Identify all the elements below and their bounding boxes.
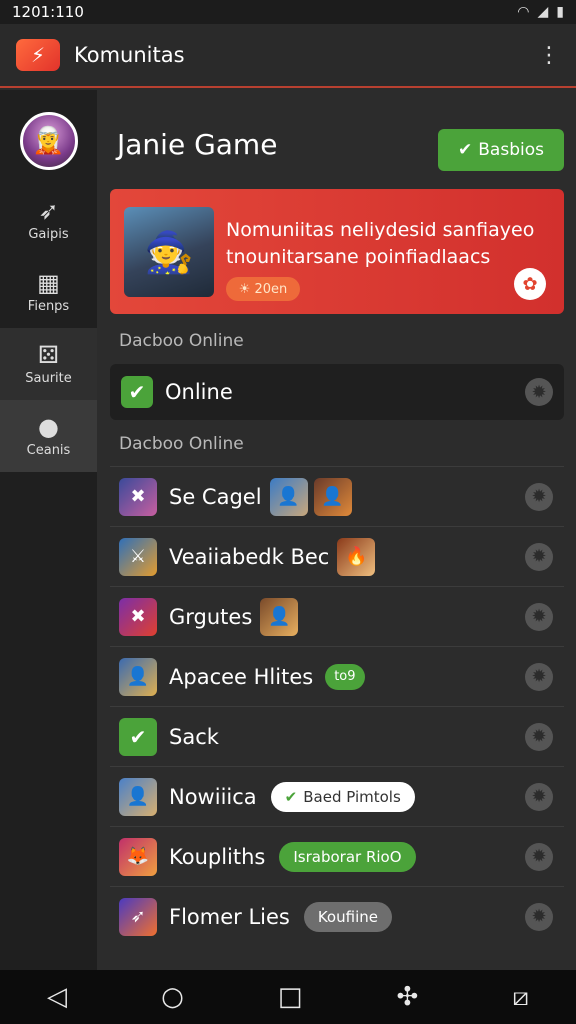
list-item[interactable]: ✔ Sack ✹ [110, 706, 564, 766]
list-item[interactable]: ✖ Grgutes 👤 ✹ [110, 586, 564, 646]
recents-icon[interactable]: □ [278, 982, 303, 1012]
sidebar-item-gaipis[interactable]: ➶ Gaipis [0, 184, 97, 256]
list-item-label: Nowiiica [169, 784, 257, 809]
list-item-label: Grgutes [169, 604, 253, 629]
status-bar: 1201:110 ◠ ◢ ▮ [0, 0, 576, 24]
app-bar: ⚡ Komunitas ⋮ [0, 24, 576, 88]
game-thumbnail: ✖ [119, 477, 157, 516]
gear-icon[interactable]: ✹ [525, 482, 553, 511]
list-item-label: Flomer Lies [169, 904, 290, 929]
gear-icon[interactable]: ✹ [525, 662, 553, 691]
list-item-label: Veaiiabedk Bec [169, 544, 330, 569]
banner-badge-label: 20en [254, 281, 288, 297]
list-item[interactable]: ⚔ Veaiiabedk Bec 🔥 ✹ [110, 526, 564, 586]
list-item[interactable]: 🦊 Koupliths Israborar RioO ✹ [110, 826, 564, 886]
list-item[interactable]: ➶ Flomer Lies Koufiine ✹ [110, 886, 564, 946]
sidebar: 🧝 ➶ Gaipis ▦ Fienps ⚄ Saurite ● Ceanis [0, 90, 97, 970]
gear-icon[interactable]: ✹ [525, 602, 553, 631]
section-label: Dacboo Online [119, 331, 244, 351]
app-title: Komunitas [74, 43, 185, 67]
gear-icon[interactable]: ✹ [525, 782, 553, 811]
community-banner[interactable]: 🧙 Nomuniitas neliydesid sanfiayeo tnouni… [110, 189, 564, 314]
status-badge: ✔ Baed Pimtols [270, 781, 415, 812]
game-thumbnail: 👤 [313, 477, 352, 516]
page-title: Janie Game [117, 128, 278, 161]
back-icon[interactable]: ◁ [47, 982, 67, 1012]
dots-icon: ● [38, 412, 59, 441]
community-logo-icon: ⚡ [16, 39, 60, 71]
more-vert-icon[interactable]: ⋮ [538, 43, 560, 68]
status-badge: Koufiine [303, 901, 392, 932]
sidebar-item-ceanis[interactable]: ● Ceanis [0, 400, 97, 472]
list-item-label: Apacee Hlites [169, 664, 314, 689]
wifi-icon: ◠ [517, 4, 530, 20]
game-thumbnail: ⚔ [119, 537, 157, 576]
gear-icon[interactable]: ✹ [525, 378, 553, 406]
status-badge: Israborar RioO [279, 841, 416, 872]
home-icon[interactable]: ○ [161, 982, 184, 1012]
banner-settings-button[interactable]: ✿ [514, 268, 546, 300]
check-icon: ✔ [458, 140, 473, 160]
online-label: Online [165, 380, 233, 404]
banner-badge: ☀ 20en [226, 277, 300, 301]
game-thumbnail: 👤 [119, 657, 157, 696]
game-controller-icon[interactable]: ✣ [397, 982, 419, 1012]
status-badge: to9 [325, 663, 365, 690]
game-thumbnail: 👤 [260, 597, 299, 636]
online-row[interactable]: ✔ Online ✹ [110, 364, 564, 420]
game-thumbnail: 🦊 [119, 837, 157, 876]
game-thumbnail: ✖ [119, 597, 157, 636]
screenshot-icon[interactable]: ⧄ [512, 982, 529, 1013]
dice-icon: ⚄ [38, 340, 59, 369]
list-item-label: Se Cagel [169, 484, 262, 509]
sidebar-item-label: Gaipis [28, 226, 69, 242]
main-content: Janie Game ✔ Basbios 🧙 Nomuniitas neliyd… [97, 90, 576, 970]
bird-icon: ➶ [38, 196, 59, 225]
sidebar-item-saurite[interactable]: ⚄ Saurite [0, 328, 97, 400]
status-button[interactable]: ✔ Basbios [438, 129, 564, 171]
sun-icon: ☀ [238, 281, 251, 297]
system-nav-bar: ◁ ○ □ ✣ ⧄ [0, 970, 576, 1024]
gear-icon[interactable]: ✹ [525, 842, 553, 871]
sidebar-item-label: Saurite [25, 370, 72, 386]
game-thumbnail: 👤 [269, 477, 308, 516]
game-thumbnail: 👤 [119, 777, 157, 816]
sidebar-item-label: Fienps [27, 298, 70, 314]
status-button-label: Basbios [478, 140, 544, 160]
signal-icon: ◢ [537, 4, 549, 20]
gear-icon[interactable]: ✹ [525, 902, 553, 931]
game-thumbnail: 🔥 [337, 537, 376, 576]
battery-icon: ▮ [556, 4, 564, 20]
check-icon: ✔ [284, 787, 298, 806]
section-label: Dacboo Online [119, 434, 244, 454]
banner-text: Nomuniitas neliydesid sanfiayeo tnounita… [226, 219, 535, 268]
avatar[interactable]: 🧝 [19, 112, 78, 170]
sidebar-item-fienps[interactable]: ▦ Fienps [0, 256, 97, 328]
list-item[interactable]: 👤 Nowiiica ✔ Baed Pimtols ✹ [110, 766, 564, 826]
status-time: 1201:110 [12, 3, 84, 21]
list-item[interactable]: 👤 Apacee Hlites to9 ✹ [110, 646, 564, 706]
game-thumbnail: ➶ [119, 897, 157, 936]
gear-icon[interactable]: ✹ [525, 542, 553, 571]
checkbox-checked-icon[interactable]: ✔ [121, 376, 153, 408]
status-badge-label: Baed Pimtols [303, 787, 401, 806]
game-character-image: 🧙 [124, 207, 214, 297]
checkbox-checked-icon[interactable]: ✔ [119, 717, 157, 756]
gear-icon[interactable]: ✹ [525, 722, 553, 751]
list-item[interactable]: ✖ Se Cagel 👤 👤 ✹ [110, 466, 564, 526]
community-list: ✖ Se Cagel 👤 👤 ✹ ⚔ Veaiiabedk Bec 🔥 ✹ ✖ … [110, 466, 564, 946]
grid-icon: ▦ [37, 268, 60, 297]
list-item-label: Sack [169, 724, 219, 749]
list-item-label: Koupliths [169, 844, 266, 869]
sidebar-item-label: Ceanis [26, 442, 71, 458]
